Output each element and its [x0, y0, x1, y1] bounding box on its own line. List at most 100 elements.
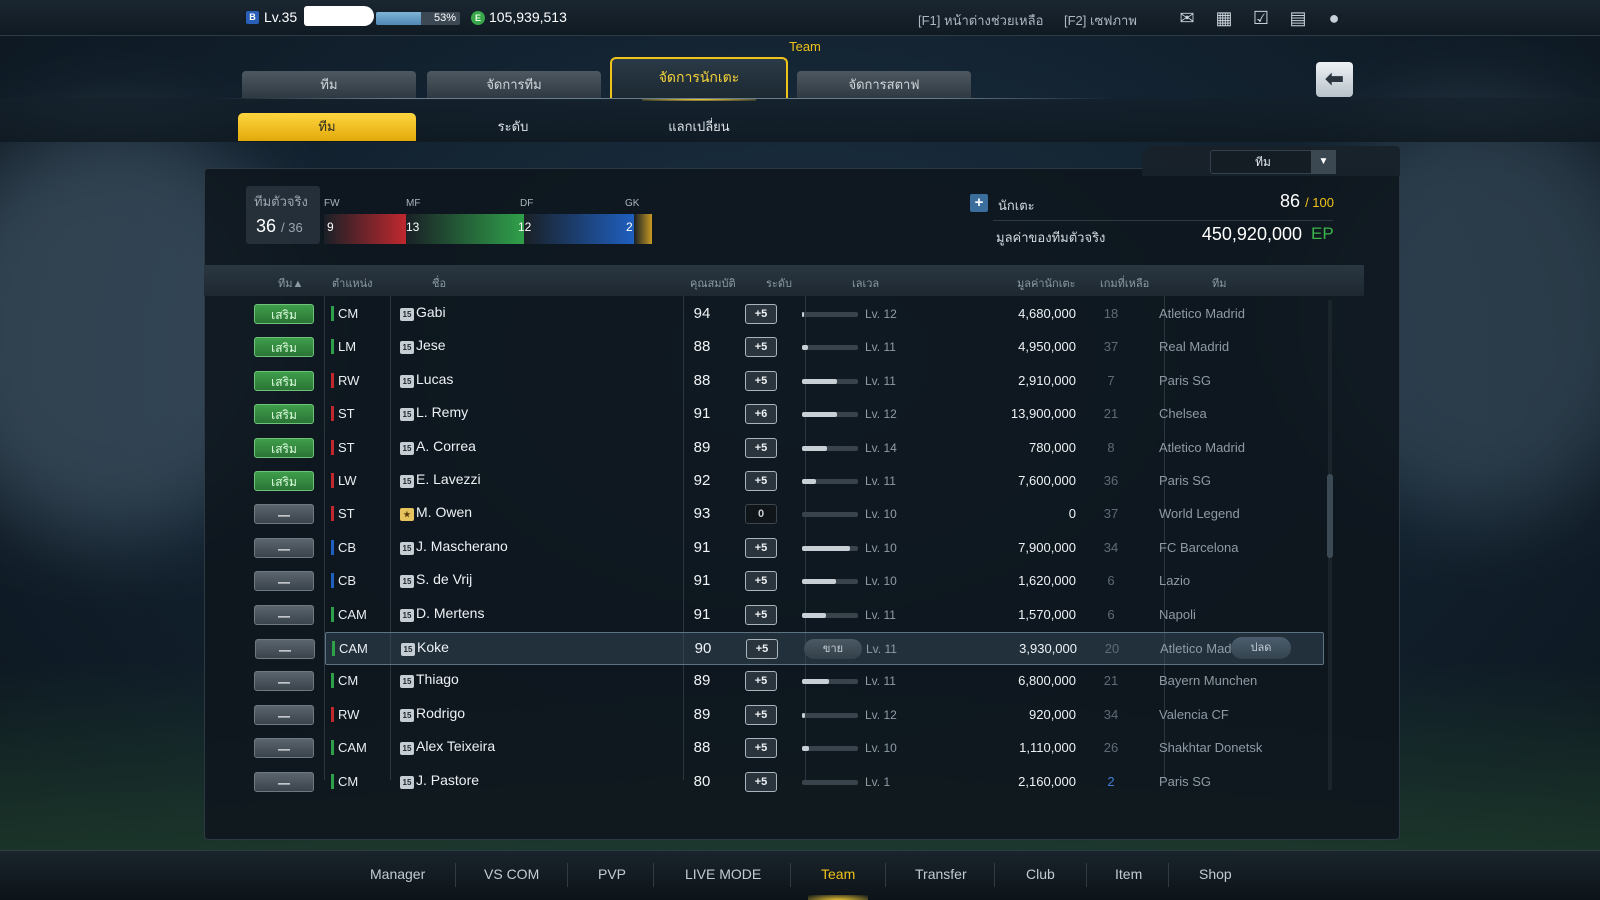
screenshot-shortcut[interactable]: [F2] เซฟภาพ	[1064, 10, 1137, 31]
nav-club[interactable]: Club	[1026, 866, 1055, 882]
enhance-grade-badge: +5	[745, 671, 777, 692]
tab-manage-staff[interactable]: จัดการสตาฟ	[797, 71, 971, 98]
squad-value-unit: EP	[1311, 224, 1334, 243]
table-row[interactable]: เสริม RW 15 Lucas 88 +5 Lv. 11 2,910,000 7 Paris …	[204, 365, 1330, 398]
squad-status-button[interactable]: —	[254, 604, 314, 625]
table-row[interactable]: — CM 15 J. Pastore 80 +5 Lv. 1 2,160,000 2 Paris …	[204, 766, 1330, 799]
squad-status-button[interactable]: เสริม	[254, 437, 314, 458]
sell-button[interactable]: ขาย	[804, 639, 862, 659]
player-ovr: 88	[693, 338, 711, 356]
profile-icon[interactable]: ●	[1323, 8, 1345, 28]
nav-item[interactable]: Item	[1115, 866, 1142, 882]
nav-shop[interactable]: Shop	[1199, 866, 1232, 882]
player-name[interactable]: J. Pastore	[416, 772, 479, 788]
add-player-slots-icon[interactable]: +	[970, 194, 988, 212]
nav-vs-com[interactable]: VS COM	[484, 866, 539, 882]
table-row[interactable]: — CAM 15 Alex Teixeira 88 +5 Lv. 10 1,110,000 26…	[204, 732, 1330, 765]
col-team-sort[interactable]: ทีม▲	[278, 274, 303, 292]
squad-status-button[interactable]: —	[255, 639, 315, 659]
squad-status-button[interactable]: —	[254, 671, 314, 692]
player-club: Chelsea	[1159, 406, 1207, 422]
squad-status-button[interactable]: —	[254, 738, 314, 759]
level-progress-fill	[802, 746, 809, 752]
col-grade[interactable]: ระดับ	[766, 274, 792, 292]
help-shortcut[interactable]: [F1] หน้าต่างช่วยเหลือ	[918, 10, 1043, 31]
player-name[interactable]: Lucas	[416, 371, 453, 387]
games-remaining: 6	[1107, 573, 1115, 589]
back-button[interactable]: ⬅	[1316, 62, 1353, 97]
col-position[interactable]: ตำแหน่ง	[332, 274, 373, 292]
table-row[interactable]: — CB 15 S. de Vrij 91 +5 Lv. 10 1,620,000 6 Lazio	[204, 565, 1330, 598]
mail-icon[interactable]: ✉	[1176, 8, 1198, 28]
table-row[interactable]: — CM 15 Thiago 89 +5 Lv. 11 6,800,000 21 Bayern M…	[204, 665, 1330, 698]
col-level[interactable]: เลเวล	[852, 274, 879, 292]
player-name[interactable]: E. Lavezzi	[416, 471, 481, 487]
table-row[interactable]: — CB 15 J. Mascherano 91 +5 Lv. 10 7,900,000 34 F…	[204, 532, 1330, 565]
chat-icon[interactable]: ▤	[1287, 8, 1309, 28]
player-name[interactable]: S. de Vrij	[416, 571, 472, 587]
nav-pvp[interactable]: PVP	[598, 866, 626, 882]
roster-icon[interactable]: ▦	[1213, 8, 1235, 28]
squad-status-button[interactable]: —	[254, 537, 314, 558]
table-row[interactable]: — CAM 15 Koke 90 +5 ขาย Lv. 11 3,930,000 20 Atleti…	[255, 632, 1324, 665]
tab-team[interactable]: ทีม	[242, 71, 416, 98]
tab-manage-players[interactable]: จัดการนักเตะ	[610, 57, 788, 101]
player-value: 6,800,000	[1018, 673, 1076, 689]
squad-status-button[interactable]: เสริม	[254, 304, 314, 324]
player-name[interactable]: Alex Teixeira	[416, 738, 495, 754]
nav-team[interactable]: Team	[821, 866, 855, 882]
player-name[interactable]: A. Correa	[416, 438, 476, 454]
release-button[interactable]: ปลด	[1231, 637, 1291, 659]
player-name[interactable]: L. Remy	[416, 404, 468, 420]
player-club: Real Madrid	[1159, 339, 1230, 355]
level-progress-bar	[802, 445, 858, 451]
squad-status-button[interactable]: เสริม	[254, 337, 314, 358]
player-name[interactable]: J. Mascherano	[416, 538, 508, 554]
col-name[interactable]: ชื่อ	[432, 274, 446, 292]
table-row[interactable]: เสริม LW 15 E. Lavezzi 92 +5 Lv. 11 7,600,000 36…	[204, 465, 1330, 498]
squad-status-button[interactable]: —	[254, 504, 314, 525]
nav-manager[interactable]: Manager	[370, 866, 425, 882]
player-name[interactable]: Jese	[416, 337, 446, 353]
player-name[interactable]: M. Owen	[416, 504, 472, 520]
table-row[interactable]: — RW 15 Rodrigo 89 +5 Lv. 12 920,000 34 Valencia …	[204, 699, 1330, 732]
squad-status-button[interactable]: —	[254, 571, 314, 592]
squad-status-button[interactable]: —	[254, 704, 314, 725]
squad-status-button[interactable]: เสริม	[254, 471, 314, 491]
player-name[interactable]: Gabi	[416, 304, 446, 320]
tab-manage-team[interactable]: จัดการทีม	[427, 71, 601, 98]
player-name[interactable]: Thiago	[416, 671, 459, 687]
col-value[interactable]: มูลค่านักเตะ	[1017, 274, 1076, 292]
squad-status-button[interactable]: —	[254, 771, 314, 792]
table-row[interactable]: เสริม ST 15 L. Remy 91 +6 Lv. 12 13,900,000 21 Ch…	[204, 398, 1330, 431]
table-row[interactable]: เสริม CM 15 Gabi 94 +5 Lv. 12 4,680,000 18 Atleti…	[204, 298, 1330, 331]
player-name[interactable]: Koke	[417, 639, 449, 655]
col-ovr[interactable]: คุณสมบัติ	[690, 274, 736, 292]
squad-status-button[interactable]: เสริม	[254, 404, 314, 425]
player-value: 4,950,000	[1018, 339, 1076, 355]
table-row[interactable]: เสริม LM 15 Jese 88 +5 Lv. 11 4,950,000 37 Real M…	[204, 331, 1330, 364]
col-club[interactable]: ทีม	[1212, 274, 1227, 292]
player-ovr: 80	[693, 772, 711, 790]
subtab-exchange[interactable]: แลกเปลี่ยน	[610, 113, 788, 141]
col-games-left[interactable]: เกมที่เหลือ	[1100, 274, 1149, 292]
table-row[interactable]: — CAM 15 D. Mertens 91 +5 Lv. 11 1,570,000 6 Napo…	[204, 599, 1330, 632]
squad-status-button[interactable]: เสริม	[254, 370, 314, 391]
player-ovr: 90	[694, 640, 712, 657]
subtab-team[interactable]: ทีม	[238, 113, 416, 141]
scrollbar-thumb[interactable]	[1327, 474, 1333, 558]
nav-transfer[interactable]: Transfer	[915, 866, 967, 882]
table-row[interactable]: — ST ★ M. Owen 93 0 Lv. 10 0 37 World Legend	[204, 498, 1330, 531]
player-value: 3,930,000	[1019, 641, 1077, 656]
gk-label: GK	[625, 198, 640, 209]
player-name[interactable]: Rodrigo	[416, 705, 465, 721]
table-row[interactable]: เสริม ST 15 A. Correa 89 +5 Lv. 14 780,000 8 Atle…	[204, 432, 1330, 465]
level-progress-fill	[802, 579, 836, 585]
enhance-grade-badge: +5	[745, 738, 777, 759]
calendar-check-icon[interactable]: ☑	[1250, 8, 1272, 28]
chevron-down-icon[interactable]: ▼	[1311, 150, 1336, 174]
player-name[interactable]: D. Mertens	[416, 605, 484, 621]
player-club: Lazio	[1159, 573, 1191, 589]
subtab-grade[interactable]: ระดับ	[424, 113, 602, 141]
nav-live-mode[interactable]: LIVE MODE	[685, 866, 761, 882]
